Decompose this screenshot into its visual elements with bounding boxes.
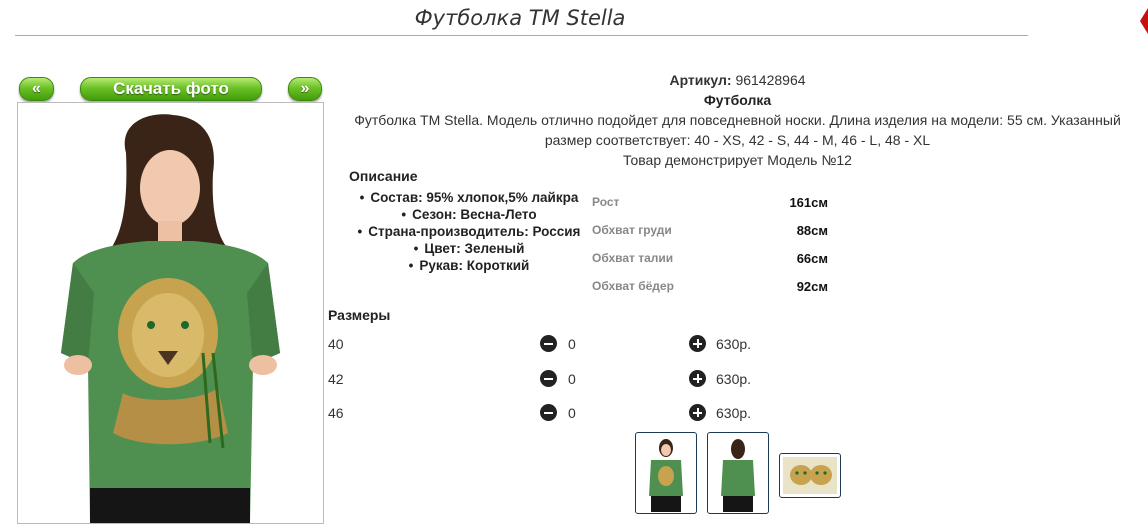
minus-circle-icon[interactable] (540, 335, 557, 352)
attribute-item: Состав: 95% хлопок,5% лайкра (340, 189, 598, 206)
size-quantity: 0 (568, 336, 576, 352)
thumbnail-print-image (783, 457, 837, 494)
model-note: Товар демонстрирует Модель №12 (623, 152, 852, 168)
size-row: 42 0 630р. (328, 368, 788, 390)
size-quantity: 0 (568, 371, 576, 387)
product-category: Футболка (703, 92, 772, 108)
measurement-row: Обхват талии 66см (592, 251, 832, 279)
product-main-photo[interactable] (17, 102, 324, 524)
plus-circle-icon[interactable] (689, 404, 706, 421)
measurement-row: Обхват груди 88см (592, 223, 832, 251)
attribute-item: Страна-производитель: Россия (340, 223, 598, 240)
measurement-label: Обхват талии (592, 251, 674, 265)
size-row: 46 0 630р. (328, 402, 788, 424)
measurement-label: Обхват груди (592, 223, 672, 237)
measurement-row: Рост 161см (592, 195, 832, 223)
page-title: Футболка ТМ Stella (414, 6, 626, 30)
measurement-value: 88см (796, 223, 828, 238)
attribute-item: Цвет: Зеленый (340, 240, 598, 257)
close-icon[interactable] (1136, 6, 1148, 36)
attribute-item: Сезон: Весна-Лето (340, 206, 598, 223)
size-name: 40 (328, 336, 344, 352)
measurement-value: 161см (789, 195, 828, 210)
plus-circle-icon[interactable] (689, 335, 706, 352)
sizes-title: Размеры (328, 307, 391, 323)
measurement-label: Обхват бёдер (592, 279, 674, 293)
minus-circle-icon[interactable] (540, 404, 557, 421)
prev-photo-button[interactable]: « (19, 77, 54, 101)
sku-value: 961428964 (735, 72, 806, 88)
model-measurements: Рост 161см Обхват груди 88см Обхват тали… (592, 195, 832, 307)
size-price: 630р. (716, 405, 752, 421)
measurement-label: Рост (592, 195, 620, 209)
thumbnail-print[interactable] (779, 453, 841, 498)
plus-circle-icon[interactable] (689, 370, 706, 387)
measurement-row: Обхват бёдер 92см (592, 279, 832, 307)
size-name: 42 (328, 371, 344, 387)
sku-label: Артикул: (669, 72, 732, 88)
product-description: Футболка ТМ Stella. Модель отлично подой… (354, 112, 1121, 148)
size-price: 630р. (716, 336, 752, 352)
thumbnail-back-image (711, 436, 765, 512)
attribute-list: Состав: 95% хлопок,5% лайкра Сезон: Весн… (340, 189, 598, 274)
thumbnail-back[interactable] (707, 432, 769, 514)
model-photo-image (18, 103, 323, 523)
size-name: 46 (328, 405, 344, 421)
measurement-value: 92см (796, 279, 828, 294)
thumbnail-front[interactable] (635, 432, 697, 514)
minus-circle-icon[interactable] (540, 370, 557, 387)
measurement-value: 66см (796, 251, 828, 266)
sku-line: Артикул: 961428964 (340, 70, 1135, 90)
product-info: Артикул: 961428964 Футболка Футболка ТМ … (340, 70, 1135, 170)
title-divider (15, 35, 1028, 36)
size-row: 40 0 630р. (328, 333, 788, 355)
size-quantity: 0 (568, 405, 576, 421)
next-photo-button[interactable]: » (288, 77, 322, 101)
download-photo-button[interactable]: Скачать фото (80, 77, 262, 101)
attribute-item: Рукав: Короткий (340, 257, 598, 274)
description-title: Описание (349, 168, 418, 184)
size-price: 630р. (716, 371, 752, 387)
thumbnail-front-image (639, 436, 693, 512)
